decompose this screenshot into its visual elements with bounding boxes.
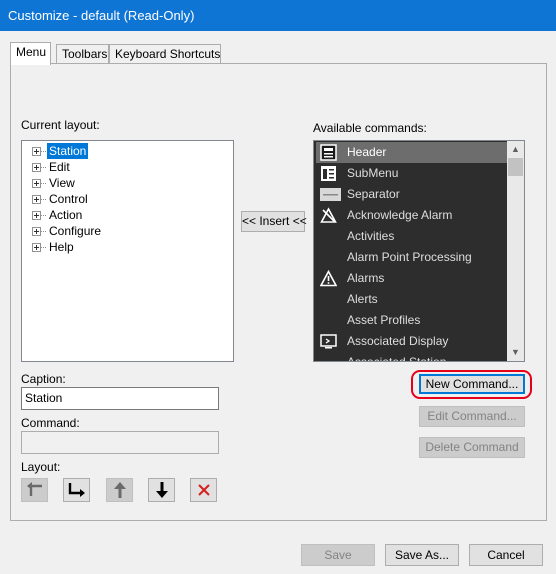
expand-icon[interactable] xyxy=(32,195,41,204)
move-left-button[interactable] xyxy=(21,478,48,502)
caption-field[interactable]: Station xyxy=(21,387,219,410)
command-field[interactable] xyxy=(21,431,219,454)
edit-command-button[interactable]: Edit Command... xyxy=(419,406,525,427)
move-up-button[interactable] xyxy=(106,478,133,502)
move-down-button[interactable] xyxy=(148,478,175,502)
associated-display-icon xyxy=(320,333,337,350)
available-commands-label: Available commands: xyxy=(313,121,427,135)
alarm-warning-icon xyxy=(319,269,338,287)
current-layout-tree[interactable]: Station Edit View Control Action Configu… xyxy=(21,140,234,362)
command-list-scrollbar[interactable]: ▲ ▼ xyxy=(507,141,524,361)
command-item-header[interactable]: Header xyxy=(316,142,507,163)
command-item-associated-display[interactable]: Associated Display xyxy=(316,331,507,352)
indent-arrow-icon xyxy=(64,482,89,498)
outdent-arrow-icon xyxy=(22,482,47,498)
header-icon xyxy=(320,144,337,161)
command-label: Command: xyxy=(21,416,80,430)
layout-label: Layout: xyxy=(21,460,61,474)
tab-keyboard-shortcuts[interactable]: Keyboard Shortcuts xyxy=(109,44,221,64)
current-layout-label: Current layout: xyxy=(21,118,100,132)
caption-label: Caption: xyxy=(21,372,66,386)
scroll-thumb[interactable] xyxy=(508,158,523,176)
available-commands-list[interactable]: Header SubMenu Separator Acknowledge Ala… xyxy=(313,140,525,362)
command-item-asset-profiles[interactable]: Asset Profiles xyxy=(316,310,507,331)
save-button[interactable]: Save xyxy=(301,544,375,566)
delete-item-button[interactable] xyxy=(190,478,217,502)
scroll-down-icon[interactable]: ▼ xyxy=(507,344,524,361)
save-as-button[interactable]: Save As... xyxy=(385,544,459,566)
move-right-button[interactable] xyxy=(63,478,90,502)
tab-menu[interactable]: Menu xyxy=(10,42,51,65)
scroll-up-icon[interactable]: ▲ xyxy=(507,141,524,158)
command-item-acknowledge-alarm[interactable]: Acknowledge Alarm xyxy=(316,205,507,226)
expand-icon[interactable] xyxy=(32,163,41,172)
command-item-alerts[interactable]: Alerts xyxy=(316,289,507,310)
command-item-alarms[interactable]: Alarms xyxy=(316,268,507,289)
separator-icon xyxy=(320,186,341,203)
command-item-submenu[interactable]: SubMenu xyxy=(316,163,507,184)
arrow-down-icon xyxy=(149,482,174,498)
command-item-alarm-point-processing[interactable]: Alarm Point Processing xyxy=(316,247,507,268)
expand-icon[interactable] xyxy=(32,243,41,252)
expand-icon[interactable] xyxy=(32,211,41,220)
expand-icon[interactable] xyxy=(32,227,41,236)
command-item-activities[interactable]: Activities xyxy=(316,226,507,247)
submenu-icon xyxy=(320,165,337,182)
expand-icon[interactable] xyxy=(32,147,41,156)
window-titlebar: Customize - default (Read-Only) xyxy=(0,0,556,31)
expand-icon[interactable] xyxy=(32,179,41,188)
command-item-separator[interactable]: Separator xyxy=(316,184,507,205)
acknowledge-alarm-icon xyxy=(320,207,337,224)
tab-toolbars[interactable]: Toolbars xyxy=(56,44,109,64)
arrow-up-icon xyxy=(107,482,132,498)
command-item-associated-station[interactable]: Associated Station xyxy=(316,352,507,361)
new-command-button[interactable]: New Command... xyxy=(419,374,525,394)
window-title: Customize - default (Read-Only) xyxy=(8,8,195,23)
insert-button[interactable]: << Insert << xyxy=(241,211,307,232)
cancel-button[interactable]: Cancel xyxy=(469,544,543,566)
delete-command-button[interactable]: Delete Command xyxy=(419,437,525,458)
red-x-icon xyxy=(191,483,216,497)
